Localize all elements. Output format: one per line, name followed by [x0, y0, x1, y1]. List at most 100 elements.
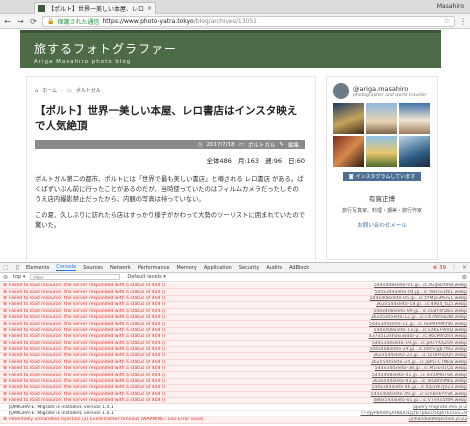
console-source-link[interactable]: 362x544xleto-24.jp...ic.JqPG-CTNkw.webp — [347, 360, 467, 365]
page-viewport: 旅するフォトグラファー Ariga Masahiro photo blog ⌂ … — [0, 30, 470, 261]
site-favicon-icon — [38, 5, 45, 12]
console-source-link[interactable]: 544x344xleto-38.jp...ic.M1iEsI1Qz.webp — [347, 366, 467, 371]
console-message-text: Failed to load resource: the server resp… — [9, 308, 166, 314]
sidebar: @ariga.masahiro photographer and world t… — [326, 76, 438, 260]
instagram-profile[interactable]: @ariga.masahiro photographer and world t… — [333, 83, 431, 99]
console-source-link[interactable]: 437x512xhokuwato-2...ic.9bcMInzha.webp — [347, 334, 467, 339]
profile-tagline: photographer and world traveler — [353, 92, 427, 98]
more-options-icon[interactable]: ⋮ — [451, 264, 457, 271]
clock-icon: ◷ — [197, 141, 203, 148]
paragraph: この夏、久しぶりに訪れたら店はすっかり様子がかわって大勢のツーリストに囲まれてい… — [35, 212, 306, 229]
back-arrow-icon[interactable]: ← — [3, 17, 12, 26]
console-source-link[interactable]: 362x544xleto-22.jp...ic.tZUHFiQQh.webp — [347, 353, 467, 358]
console-source-link[interactable]: jquery-migrate.min.js:2 — [347, 405, 467, 410]
console-log: ⊗ Failed to load resource: the server res… — [0, 283, 470, 426]
devtools-tab-application[interactable]: Application — [204, 265, 232, 271]
log-levels-dropdown[interactable]: Default levels ▾ — [127, 274, 165, 280]
devtools-tab-performance[interactable]: Performance — [138, 265, 170, 271]
tab-close-icon[interactable]: × — [147, 5, 152, 12]
console-source-link[interactable]: 544x408xleto-29.jp...ic.0dmcgb7t92.webp — [347, 347, 467, 352]
console-source-link[interactable]: 544x344xleto-11.jp...ic.HuMHAMmKl.webp — [347, 322, 467, 327]
devtools-tab-memory[interactable]: Memory — [177, 265, 197, 271]
console-message-text: Failed to load resource: the server resp… — [9, 334, 166, 340]
folder-icon: ▭ — [238, 141, 244, 148]
console-source-link[interactable]: 544x408xleto-05.jp...ic.zYMyGMGS1.webp — [347, 296, 467, 301]
context-selector[interactable]: top ▾ — [13, 274, 25, 280]
console-message-text: Potentially unhandled rejection [2] Even… — [9, 417, 204, 423]
url-text: https://www.photo-yatra.tokyo/blog/archi… — [103, 18, 257, 25]
console-message-text: Failed to load resource: the server resp… — [9, 398, 166, 404]
stat-day: 日:60 — [288, 157, 305, 165]
instagram-photo[interactable] — [333, 136, 364, 167]
paragraph: ポルトガル第二の都市、ポルトには「世界で最も美しい書店」と噂される レロ書店 が… — [35, 176, 304, 203]
console-source-link[interactable]: ??-eJyPB9dmjAHBuOLJLfb7p8ZU56J47Ecsxv=9 — [347, 411, 467, 416]
devtools-right-controls: ⊗ 39 ⋮ × — [433, 264, 467, 271]
instagram-handle[interactable]: @ariga.masahiro — [353, 85, 427, 93]
console-source-link[interactable]: 362x544xleto-18.jp...ic.4904_tLj5.webp — [347, 302, 467, 307]
console-filter-input[interactable] — [30, 274, 121, 280]
instagram-photo[interactable] — [333, 103, 364, 134]
console-source-link[interactable]: 544x344xleto-46.jp...ic.Kzj1W7J023.webp — [347, 385, 467, 390]
tab-title: 【ポルト】世界一美しい本屋、レロ書店はインスタ映えで人気絶頂 — [48, 6, 144, 13]
console-message-text: Failed to load resource: the server resp… — [9, 385, 166, 391]
browser-menu-icon[interactable]: ⋮ — [459, 17, 467, 26]
error-count-badge[interactable]: ⊗ 39 — [433, 265, 446, 271]
devtools-tab-security[interactable]: Security — [239, 265, 260, 271]
url-path: /blog/archives/13051 — [193, 17, 257, 25]
forward-arrow-icon[interactable]: → — [16, 17, 25, 26]
post-category[interactable]: ポルトガル — [248, 141, 276, 149]
edit-link[interactable]: 編集 — [288, 141, 299, 149]
inspect-element-icon[interactable]: ⬚ — [3, 264, 9, 271]
error-count: 39 — [438, 264, 446, 271]
instagram-photo[interactable] — [366, 136, 397, 167]
console-source-link[interactable]: unhandledRejection.js:23 — [347, 417, 467, 422]
breadcrumb-home[interactable]: ホーム — [42, 87, 57, 94]
console-source-link[interactable]: 488x544xleto-01.jp...ic.V7eXo5ttM.webp — [347, 398, 467, 403]
site-title[interactable]: 旅するフォトグラファー — [34, 40, 441, 57]
devtools-tab-bar: ⬚ ▯ Elements Console Sources Network Per… — [0, 263, 470, 273]
instagram-photo-grid — [333, 103, 431, 167]
console-source-link[interactable]: 544x408xleto-49.jp...ic.EmBe6YmiK.webp — [347, 392, 467, 397]
author-name: 有賀正博 — [369, 195, 395, 203]
profile-name[interactable]: Masahiro — [437, 3, 464, 10]
instagram-photo[interactable] — [399, 136, 430, 167]
address-bar[interactable]: 🔒 保護された通信 https://www.photo-yatra.tokyo/… — [42, 15, 455, 27]
console-settings-gear-icon[interactable]: ⚙ — [462, 274, 467, 281]
devtools-panel: ⬚ ▯ Elements Console Sources Network Per… — [0, 262, 470, 426]
device-toolbar-icon[interactable]: ▯ — [16, 264, 19, 271]
console-source-link[interactable]: 362x544xleto-43.jp...ic.ToGbhhMkk.webp — [347, 379, 467, 384]
devtools-tab-console[interactable]: Console — [56, 264, 77, 271]
breadcrumb-category[interactable]: ポルトガル — [76, 87, 101, 94]
devtools-tab-adblock[interactable]: AdBlock — [289, 265, 309, 271]
console-source-link[interactable]: 544x408xleto-13.jp...ic.EzKEF9mQ.webp — [347, 328, 467, 333]
console-source-link[interactable]: 544x408xleto-01.jp...ic.zGlJaOrIHd.webp — [347, 283, 467, 288]
devtools-tab-network[interactable]: Network — [110, 265, 131, 271]
console-source-link[interactable]: 544x344xleto-04.jp...ic.YaHce3tk1.webp — [347, 290, 467, 295]
folder-icon: ▭ — [67, 87, 72, 94]
pencil-icon: ✎ — [279, 141, 284, 148]
contact-link[interactable]: お問い合わせメール — [333, 221, 431, 229]
devtools-tab-sources[interactable]: Sources — [83, 265, 103, 271]
instagram-photo[interactable] — [399, 103, 430, 134]
devtools-tab-audits[interactable]: Audits — [266, 265, 282, 271]
browser-toolbar: ← → ⟳ 🔒 保護された通信 https://www.photo-yatra.… — [0, 14, 470, 29]
clear-console-icon[interactable]: ⊘ — [3, 274, 8, 281]
avatar — [333, 83, 349, 99]
console-source-link[interactable]: 362x544xleto-12.jp...ic.C67NmSDBf.webp — [347, 315, 467, 320]
instagram-follow-button[interactable]: ◙ インスタグラムしています — [343, 172, 421, 181]
article: ⌂ ホーム › ▭ ポルトガル 【ポルト】世界一美しい本屋、レロ書店はインスタ映… — [26, 76, 316, 261]
bookmark-star-icon[interactable]: ☆ — [444, 17, 450, 25]
console-source-link[interactable]: 544x408xleto-41.jp...ic.0inUMUT6K.webp — [347, 373, 467, 378]
lock-icon: 🔒 — [47, 17, 55, 25]
console-message-text: Failed to load resource: the server resp… — [9, 359, 166, 365]
devtools-tab-elements[interactable]: Elements — [26, 265, 49, 271]
close-devtools-icon[interactable]: × — [462, 264, 467, 271]
view-stats: 全体486 月:163 週:96 日:60 — [35, 155, 305, 165]
console-toolbar: ⊘ top ▾ Default levels ▾ ⚙ — [0, 273, 470, 282]
instagram-photo[interactable] — [366, 103, 397, 134]
browser-tab[interactable]: 【ポルト】世界一美しい本屋、レロ書店はインスタ映えで人気絶頂 × — [34, 2, 156, 14]
console-source-link[interactable]: 544x408xleto-09.jp...ic.cE8Y4hzbu.webp — [347, 309, 467, 314]
console-source-link[interactable]: 544x344xleto-19.jp...ic.pRcYXXZ09.webp — [347, 341, 467, 346]
site-subtitle: Ariga Masahiro photo blog — [34, 59, 132, 65]
reload-icon[interactable]: ⟳ — [29, 17, 38, 26]
